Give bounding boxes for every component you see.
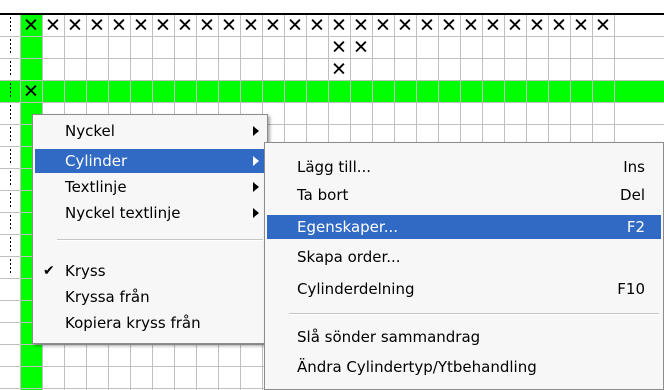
cross-mark: ✕ bbox=[67, 15, 83, 37]
menu-separator bbox=[57, 239, 263, 241]
check-icon: ✔ bbox=[43, 263, 55, 279]
cross-mark: ✕ bbox=[331, 37, 347, 59]
cylinder-submenu: Lägg till... Ins Ta bort Del Egenskaper.… bbox=[264, 142, 664, 390]
cross-mark: ✕ bbox=[331, 59, 347, 81]
submenu-arrow-icon bbox=[253, 208, 259, 218]
context-menu: Nyckel Cylinder Textlinje Nyckel textlin… bbox=[32, 114, 268, 344]
cross-mark: ✕ bbox=[309, 15, 325, 37]
cross-mark: ✕ bbox=[551, 15, 567, 37]
submenu-item-label: Ta bort bbox=[297, 186, 349, 204]
submenu-arrow-icon bbox=[253, 182, 259, 192]
cross-mark: ✕ bbox=[419, 15, 435, 37]
cross-mark: ✕ bbox=[23, 15, 39, 37]
cross-mark: ✕ bbox=[287, 15, 303, 37]
submenu-item-label: Ändra Cylindertyp/Ytbehandling bbox=[297, 358, 537, 376]
menu-item-cylinder[interactable]: Cylinder bbox=[35, 149, 265, 173]
cross-mark: ✕ bbox=[397, 15, 413, 37]
cross-mark: ✕ bbox=[353, 15, 369, 37]
menu-item-label: Kopiera kryss från bbox=[65, 314, 201, 332]
menu-item-kryssa-fran[interactable]: Kryssa från bbox=[35, 285, 265, 309]
cross-mark: ✕ bbox=[595, 15, 611, 37]
submenu-item-cylinderdelning[interactable]: Cylinderdelning F10 bbox=[267, 277, 661, 301]
submenu-item-label: Egenskaper... bbox=[297, 218, 399, 236]
submenu-item-label: Slå sönder sammandrag bbox=[297, 328, 481, 346]
cross-mark: ✕ bbox=[133, 15, 149, 37]
menu-item-label: Kryss bbox=[65, 262, 106, 280]
menu-item-nyckel-textlinje[interactable]: Nyckel textlinje bbox=[35, 201, 265, 225]
cross-mark: ✕ bbox=[375, 15, 391, 37]
cross-mark: ✕ bbox=[529, 15, 545, 37]
green-row-fill bbox=[0, 80, 664, 102]
menu-item-label: Nyckel bbox=[65, 122, 115, 140]
cross-mark: ✕ bbox=[155, 15, 171, 37]
menu-item-label: Cylinder bbox=[65, 152, 128, 170]
cross-mark: ✕ bbox=[243, 15, 259, 37]
cross-mark: ✕ bbox=[507, 15, 523, 37]
menu-item-kopiera-kryss-fran[interactable]: Kopiera kryss från bbox=[35, 311, 265, 335]
submenu-item-egenskaper[interactable]: Egenskaper... F2 bbox=[267, 215, 661, 239]
submenu-item-skapa-order[interactable]: Skapa order... bbox=[267, 245, 661, 269]
menu-separator bbox=[289, 313, 659, 315]
cross-mark: ✕ bbox=[353, 37, 369, 59]
submenu-arrow-icon bbox=[253, 156, 259, 166]
shortcut-label: F2 bbox=[626, 218, 645, 236]
cross-mark: ✕ bbox=[177, 15, 193, 37]
shortcut-label: F10 bbox=[617, 280, 645, 298]
menu-item-textlinje[interactable]: Textlinje bbox=[35, 175, 265, 199]
submenu-item-label: Lägg till... bbox=[297, 158, 372, 176]
submenu-item-lagg-till[interactable]: Lägg till... Ins bbox=[267, 155, 661, 179]
cross-mark: ✕ bbox=[573, 15, 589, 37]
cross-mark: ✕ bbox=[221, 15, 237, 37]
menu-item-label: Textlinje bbox=[65, 178, 127, 196]
cross-mark: ✕ bbox=[441, 15, 457, 37]
cross-mark: ✕ bbox=[265, 15, 281, 37]
submenu-item-sla-sonder-sammandrag[interactable]: Slå sönder sammandrag bbox=[267, 325, 661, 349]
cross-mark: ✕ bbox=[485, 15, 501, 37]
submenu-item-ta-bort[interactable]: Ta bort Del bbox=[267, 183, 661, 207]
menu-item-label: Kryssa från bbox=[65, 288, 150, 306]
cross-mark: ✕ bbox=[23, 81, 39, 103]
cross-mark: ✕ bbox=[331, 15, 347, 37]
submenu-item-label: Skapa order... bbox=[297, 248, 401, 266]
submenu-item-label: Cylinderdelning bbox=[297, 280, 415, 298]
cross-mark: ✕ bbox=[199, 15, 215, 37]
menu-item-nyckel[interactable]: Nyckel bbox=[35, 119, 265, 143]
cross-mark: ✕ bbox=[463, 15, 479, 37]
shortcut-label: Ins bbox=[623, 158, 645, 176]
cross-mark: ✕ bbox=[89, 15, 105, 37]
cross-mark: ✕ bbox=[111, 15, 127, 37]
cross-mark: ✕ bbox=[45, 15, 61, 37]
submenu-arrow-icon bbox=[253, 126, 259, 136]
menu-item-kryss[interactable]: ✔ Kryss bbox=[35, 259, 265, 283]
menu-item-label: Nyckel textlinje bbox=[65, 204, 181, 222]
submenu-item-andra-cylindertyp[interactable]: Ändra Cylindertyp/Ytbehandling bbox=[267, 355, 661, 379]
shortcut-label: Del bbox=[620, 186, 645, 204]
